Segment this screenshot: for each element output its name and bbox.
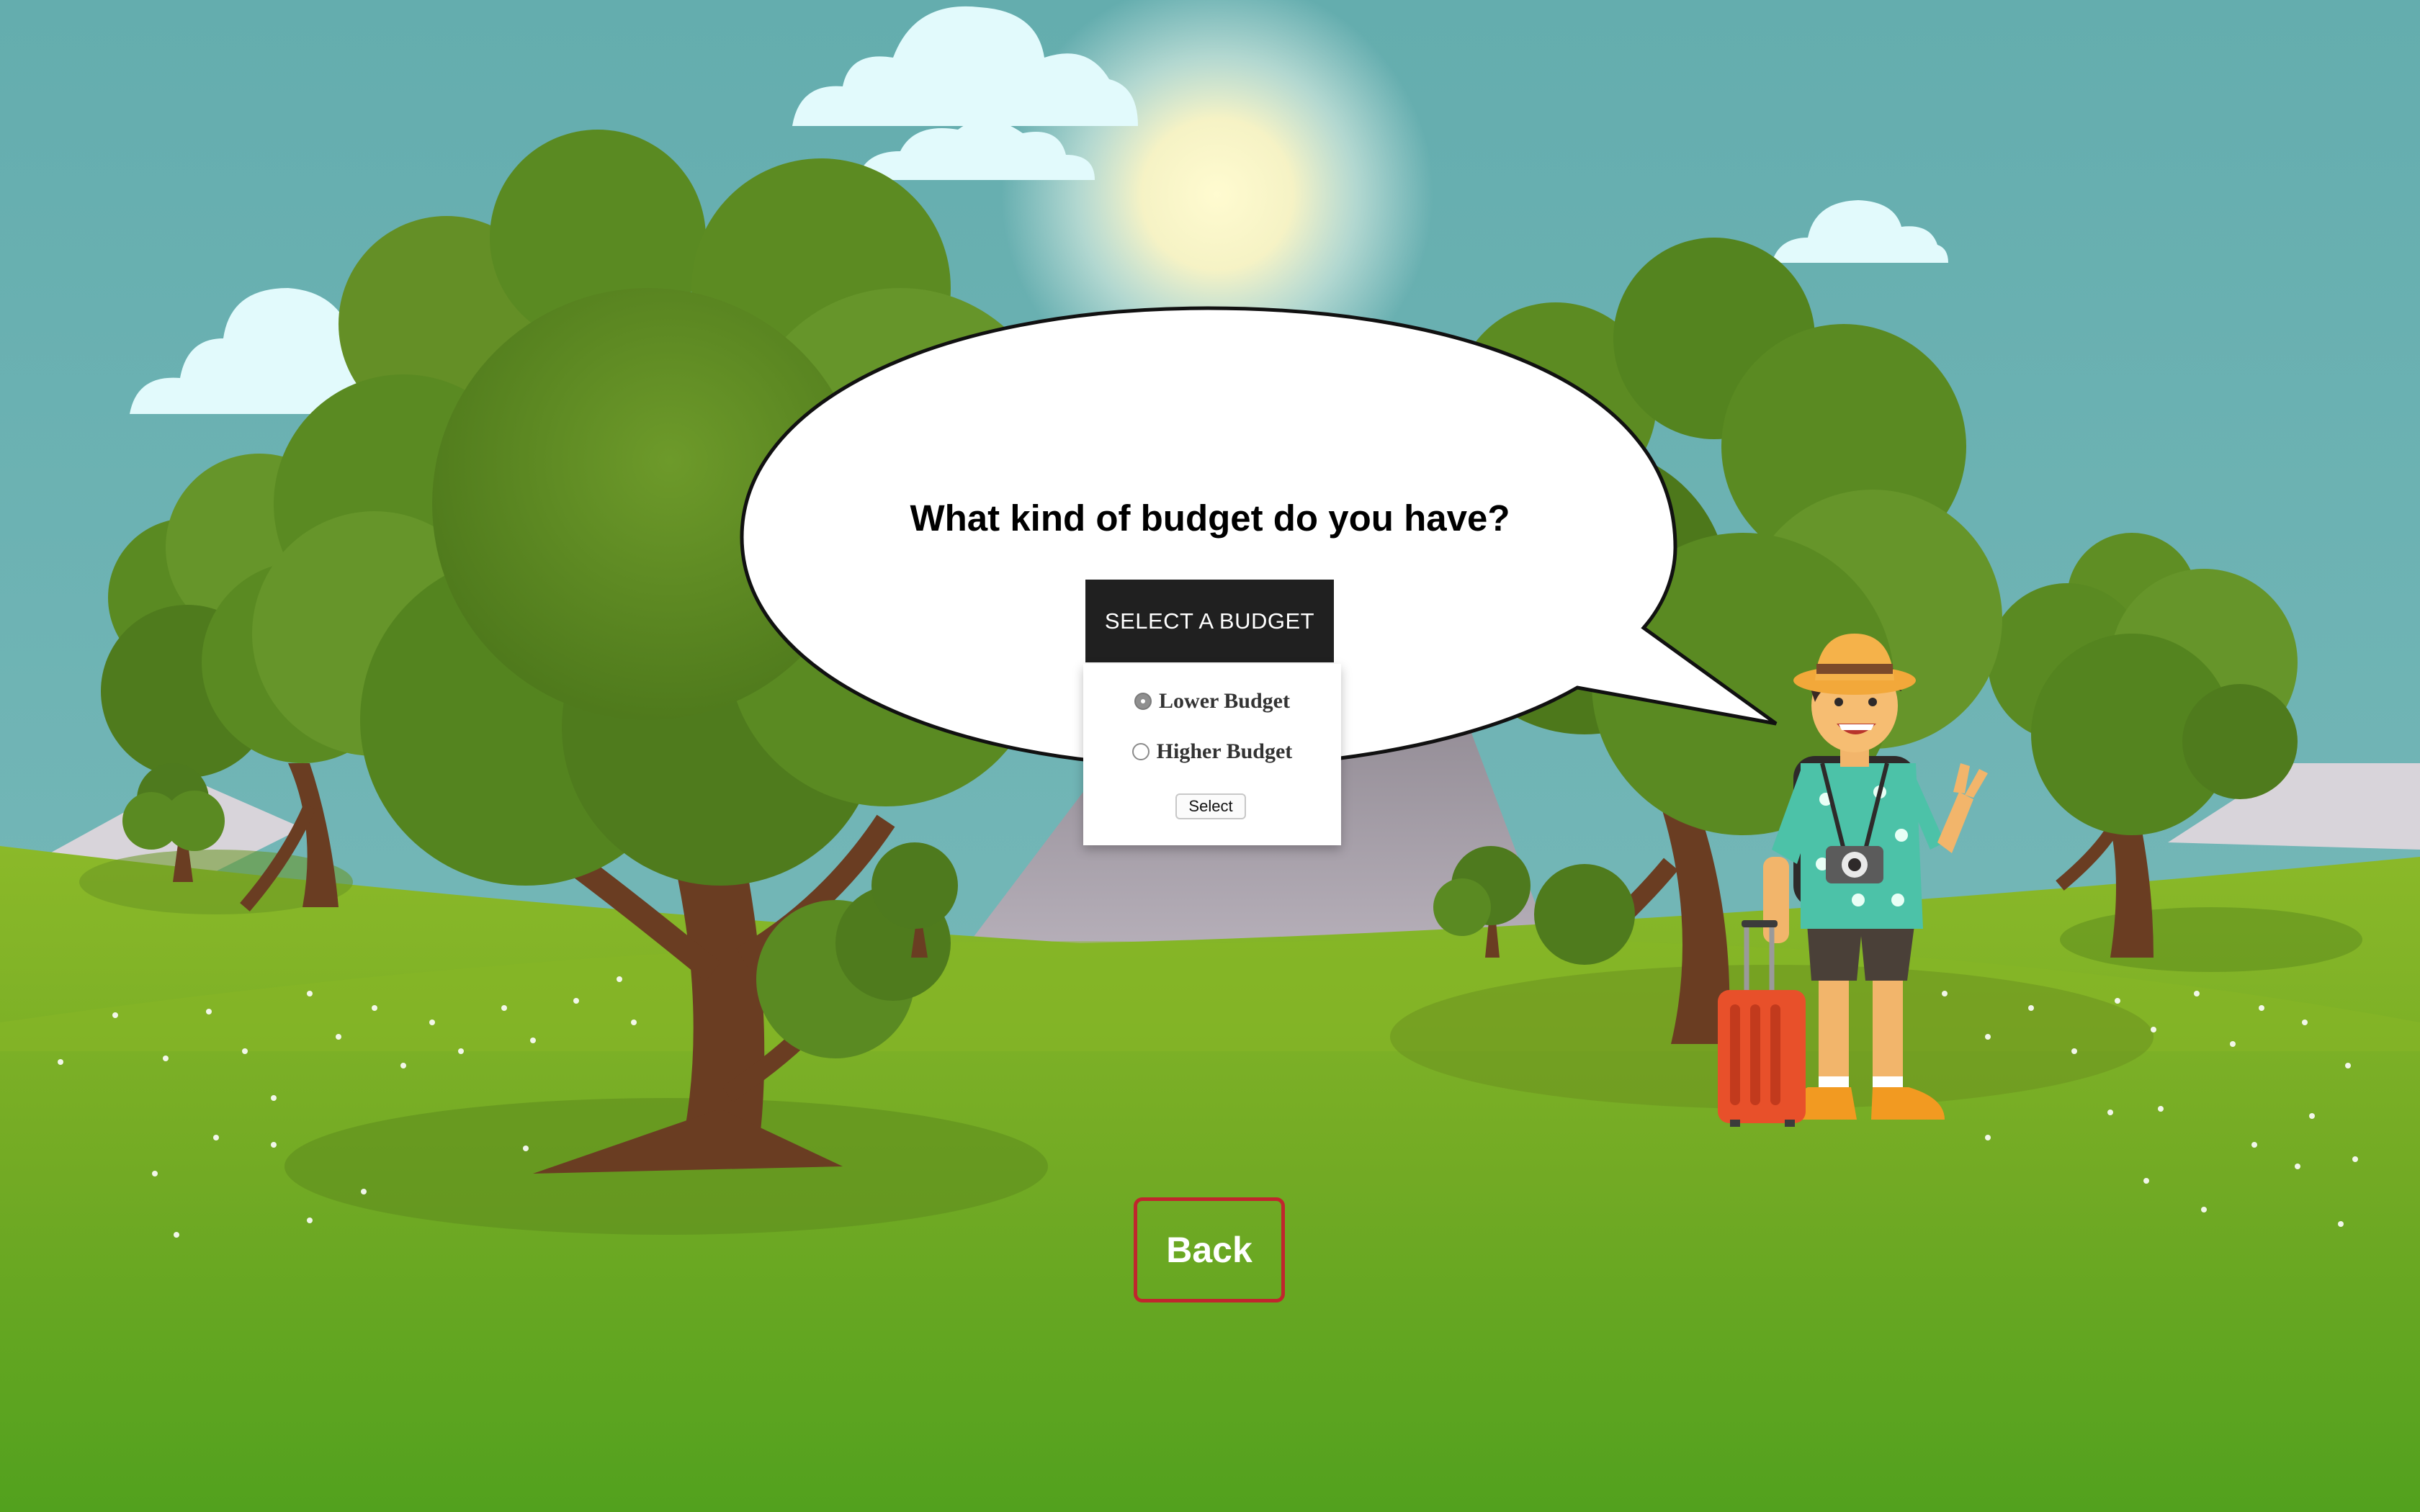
option-lower-budget-label: Lower Budget	[1159, 689, 1290, 713]
select-submit-button[interactable]: Select	[1175, 793, 1246, 819]
budget-question: What kind of budget do you have?	[910, 498, 1510, 539]
budget-options-panel: Lower Budget Higher Budget Select	[1083, 664, 1341, 845]
option-higher-budget-label: Higher Budget	[1156, 739, 1293, 763]
radio-lower-budget[interactable]	[1134, 693, 1152, 710]
select-budget-dropdown-button[interactable]: SELECT A BUDGET	[1085, 580, 1334, 662]
radio-higher-budget[interactable]	[1131, 743, 1150, 760]
option-lower-budget[interactable]: Lower Budget	[1083, 680, 1341, 723]
back-button[interactable]: Back	[1134, 1197, 1285, 1302]
option-higher-budget[interactable]: Higher Budget	[1083, 730, 1341, 773]
